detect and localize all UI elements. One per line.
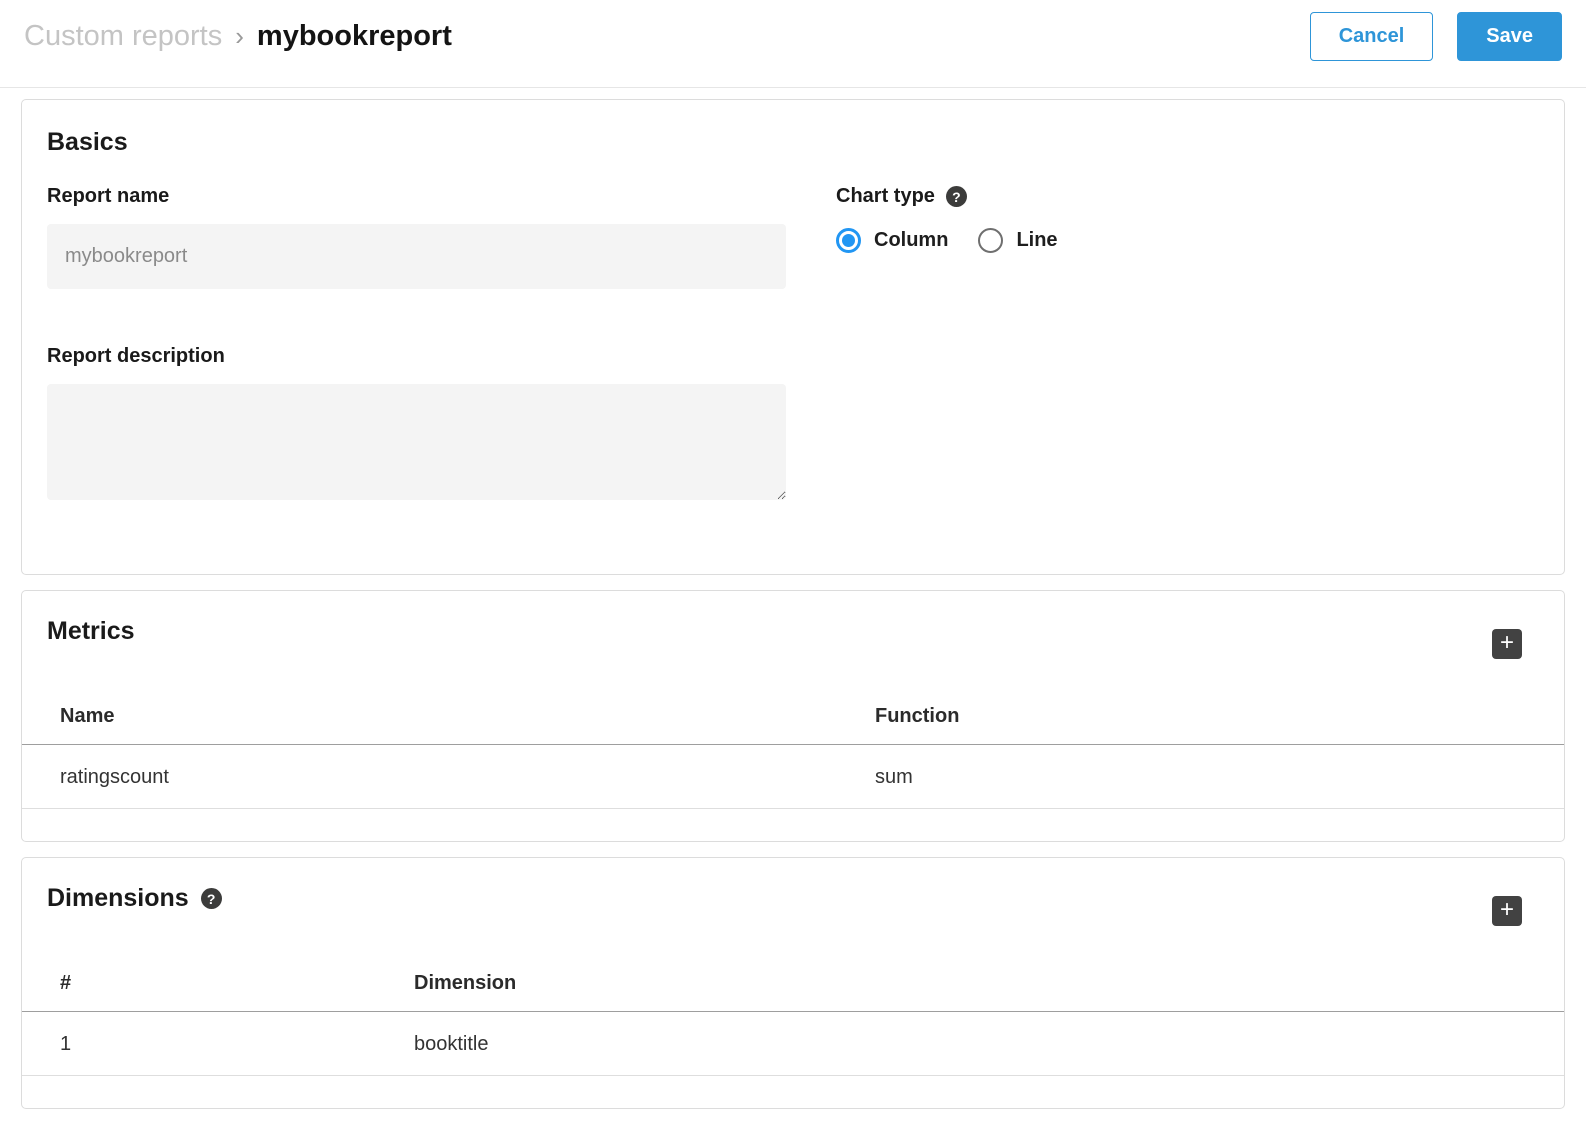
add-dimension-button[interactable]: + bbox=[1492, 896, 1522, 926]
radio-icon bbox=[978, 228, 1003, 253]
chevron-right-icon: › bbox=[235, 21, 244, 51]
metrics-table: Name Function ratingscount sum bbox=[22, 673, 1564, 809]
radio-icon bbox=[836, 228, 861, 253]
metrics-column-header-name: Name bbox=[22, 673, 875, 745]
add-metric-button[interactable]: + bbox=[1492, 629, 1522, 659]
metric-name-cell: ratingscount bbox=[22, 745, 875, 809]
chart-type-section: Chart type ? Column Line bbox=[836, 185, 1539, 500]
basics-title: Basics bbox=[47, 128, 1539, 157]
report-name-input[interactable] bbox=[47, 224, 786, 289]
metrics-column-header-function: Function bbox=[875, 673, 1564, 745]
dimensions-card: Dimensions ? + # Dimension 1 booktitle bbox=[21, 857, 1565, 1109]
help-icon[interactable]: ? bbox=[201, 888, 222, 909]
header-actions: Cancel Save bbox=[1310, 12, 1562, 61]
chart-type-label: Chart type bbox=[836, 185, 935, 208]
chart-type-line-radio[interactable]: Line bbox=[978, 228, 1057, 253]
report-description-input[interactable] bbox=[47, 384, 786, 500]
dimension-index-cell: 1 bbox=[22, 1012, 414, 1076]
dimension-name-cell: booktitle bbox=[414, 1012, 1564, 1076]
metrics-title: Metrics bbox=[47, 617, 135, 646]
breadcrumb-parent[interactable]: Custom reports bbox=[24, 20, 222, 52]
radio-label: Column bbox=[874, 229, 948, 252]
breadcrumb-current: mybookreport bbox=[257, 20, 452, 52]
breadcrumb: Custom reports › mybookreport bbox=[24, 12, 452, 60]
header: Custom reports › mybookreport Cancel Save bbox=[0, 0, 1586, 88]
metric-function-cell: sum bbox=[875, 745, 1564, 809]
radio-label: Line bbox=[1016, 229, 1057, 252]
table-row[interactable]: ratingscount sum bbox=[22, 745, 1564, 809]
plus-icon: + bbox=[1500, 631, 1514, 655]
plus-icon: + bbox=[1500, 898, 1514, 922]
report-name-label: Report name bbox=[47, 185, 786, 208]
table-row[interactable]: 1 booktitle bbox=[22, 1012, 1564, 1076]
dimensions-column-header-dimension: Dimension bbox=[414, 940, 1564, 1012]
chart-type-options: Column Line bbox=[836, 228, 1539, 253]
chart-type-column-radio[interactable]: Column bbox=[836, 228, 948, 253]
help-icon[interactable]: ? bbox=[946, 186, 967, 207]
save-button[interactable]: Save bbox=[1457, 12, 1562, 61]
metrics-card: Metrics + Name Function ratingscount sum bbox=[21, 590, 1565, 842]
dimensions-table: # Dimension 1 booktitle bbox=[22, 940, 1564, 1076]
dimensions-column-header-index: # bbox=[22, 940, 414, 1012]
main-content: Basics Report name Report description Ch… bbox=[0, 88, 1586, 1131]
cancel-button[interactable]: Cancel bbox=[1310, 12, 1434, 61]
basics-card: Basics Report name Report description Ch… bbox=[21, 99, 1565, 575]
report-description-label: Report description bbox=[47, 345, 786, 368]
basics-left-column: Report name Report description bbox=[47, 185, 786, 500]
dimensions-title: Dimensions bbox=[47, 884, 189, 913]
